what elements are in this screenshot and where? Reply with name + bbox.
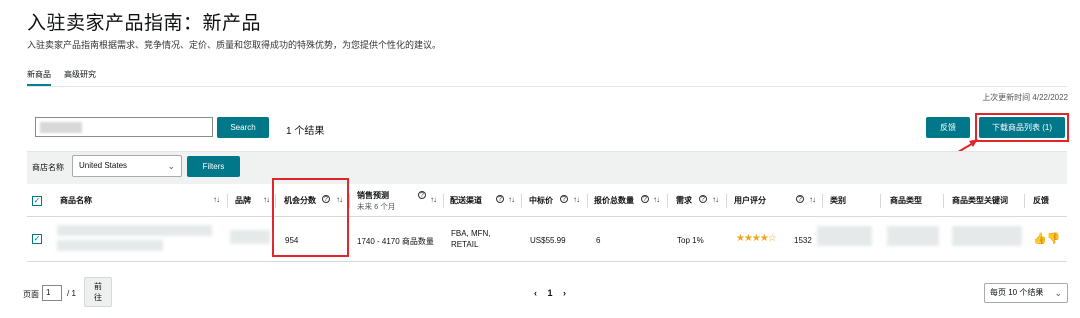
column-divider	[943, 194, 944, 208]
column-divider	[880, 194, 881, 208]
column-divider	[822, 194, 823, 208]
fulfillment-value-2: RETAIL	[451, 240, 479, 249]
opportunity-score-value: 954	[285, 236, 299, 245]
fulfillment-value: FBA, MFN,	[451, 229, 491, 238]
tab-advanced-research[interactable]: 高级研究	[64, 69, 96, 80]
brand-redacted	[230, 230, 270, 244]
column-divider	[349, 194, 350, 208]
col-brand[interactable]: 品牌	[235, 195, 251, 206]
rating-count: 1532	[794, 236, 812, 245]
sort-arrows-icon[interactable]: ↑↓	[213, 195, 220, 204]
select-all-checkbox[interactable]: ✓	[32, 196, 42, 206]
sort-arrows-icon[interactable]: ↑↓	[809, 195, 816, 204]
page-nav: ‹ 1 ›	[534, 288, 566, 298]
per-page-select[interactable]: 每页 10 个结果 ⌄	[984, 283, 1068, 303]
col-fulfillment[interactable]: 配送渠道	[450, 195, 482, 206]
col-type-keywords[interactable]: 商品类型关键词	[952, 195, 1008, 206]
row-checkbox[interactable]: ✓	[32, 234, 42, 244]
filter-bar	[27, 151, 1067, 184]
page-number-input[interactable]: 1	[42, 285, 62, 301]
result-count: 1 个结果	[286, 126, 325, 137]
page-label: 页面	[23, 290, 39, 299]
offer-count-value: 6	[596, 236, 601, 245]
column-divider	[521, 194, 522, 208]
median-price-value: US$55.99	[530, 236, 566, 245]
col-offer-count[interactable]: 报价总数量	[594, 195, 634, 206]
col-product-type[interactable]: 商品类型	[890, 195, 922, 206]
thumbs-up-down-icon[interactable]: 👍👎	[1033, 232, 1060, 245]
demand-value: Top 1%	[677, 236, 704, 245]
sort-arrows-icon[interactable]: ↑↓	[653, 195, 660, 204]
search-button[interactable]: Search	[217, 117, 269, 138]
download-list-button[interactable]: 下载商品列表 (1)	[979, 117, 1065, 138]
tab-new-products[interactable]: 新商品	[27, 69, 51, 86]
col-category[interactable]: 类别	[830, 195, 846, 206]
chevron-down-icon: ⌄	[1054, 288, 1062, 298]
page-title: 入驻卖家产品指南：新产品	[27, 13, 262, 34]
column-divider	[726, 194, 727, 208]
search-input[interactable]	[35, 117, 213, 137]
sort-arrows-icon[interactable]: ↑↓	[712, 195, 719, 204]
column-divider	[667, 194, 668, 208]
store-name-label: 商店名称	[32, 163, 64, 172]
product-name-redacted	[57, 225, 212, 236]
product-type-redacted	[887, 226, 939, 246]
category-redacted	[817, 226, 872, 246]
table-row[interactable]: ✓ 954 1740 - 4170 商品数量 FBA, MFN, RETAIL …	[27, 218, 1067, 262]
table-header: ✓ 商品名称 ↑↓ 品牌 ↑↓ 机会分数 ? ↑↓ 销售预测 未来 6 个月 ?…	[27, 185, 1067, 217]
col-median-price[interactable]: 中标价	[529, 195, 553, 206]
col-rating[interactable]: 用户评分	[734, 195, 766, 206]
current-page[interactable]: 1	[548, 288, 553, 298]
col-demand[interactable]: 需求	[676, 195, 692, 206]
col-name[interactable]: 商品名称	[60, 195, 92, 206]
col-feedback: 反馈	[1033, 196, 1049, 205]
column-divider	[1024, 194, 1025, 208]
last-updated: 上次更新时间 4/22/2022	[982, 93, 1068, 102]
prev-page-button[interactable]: ‹	[534, 288, 537, 298]
tab-bar: 新商品 高级研究	[27, 65, 1067, 87]
sort-arrows-icon[interactable]: ↑↓	[430, 195, 437, 204]
go-button-line2: 往	[94, 293, 102, 302]
next-page-button[interactable]: ›	[563, 288, 566, 298]
search-input-redacted	[40, 122, 82, 133]
page-subtitle: 入驻卖家产品指南根据需求、竞争情况、定价、质量和您取得成功的特殊优势，为您提供个…	[27, 40, 442, 50]
chevron-down-icon: ⌄	[167, 161, 175, 171]
col-sales-forecast[interactable]: 销售预测	[357, 190, 389, 201]
help-circle-icon[interactable]: ?	[560, 195, 568, 203]
product-name-redacted	[57, 240, 163, 251]
sort-arrows-icon[interactable]: ↑↓	[508, 195, 515, 204]
store-select-value: United States	[79, 161, 128, 170]
filters-button[interactable]: Filters	[187, 156, 240, 177]
store-select[interactable]: United States ⌄	[72, 155, 182, 177]
help-circle-icon[interactable]: ?	[496, 195, 504, 203]
sort-arrows-icon[interactable]: ↑↓	[573, 195, 580, 204]
column-divider	[587, 194, 588, 208]
col-sales-forecast-sub: 未来 6 个月	[357, 202, 396, 211]
go-button[interactable]: 前 往	[84, 277, 112, 307]
help-circle-icon[interactable]: ?	[641, 195, 649, 203]
type-keywords-redacted	[952, 226, 1022, 246]
per-page-value: 每页 10 个结果	[990, 288, 1044, 297]
feedback-button[interactable]: 反馈	[926, 117, 970, 138]
sort-arrows-icon[interactable]: ↑↓	[263, 195, 270, 204]
column-divider	[227, 194, 228, 208]
help-circle-icon[interactable]: ?	[418, 191, 426, 199]
go-button-line1: 前	[94, 282, 102, 291]
page-total: / 1	[67, 289, 76, 298]
help-circle-icon[interactable]: ?	[796, 195, 804, 203]
column-divider	[443, 194, 444, 208]
help-circle-icon[interactable]: ?	[699, 195, 707, 203]
sales-forecast-value: 1740 - 4170 商品数量	[357, 237, 434, 246]
star-rating-icon: ★★★★☆	[736, 233, 777, 244]
